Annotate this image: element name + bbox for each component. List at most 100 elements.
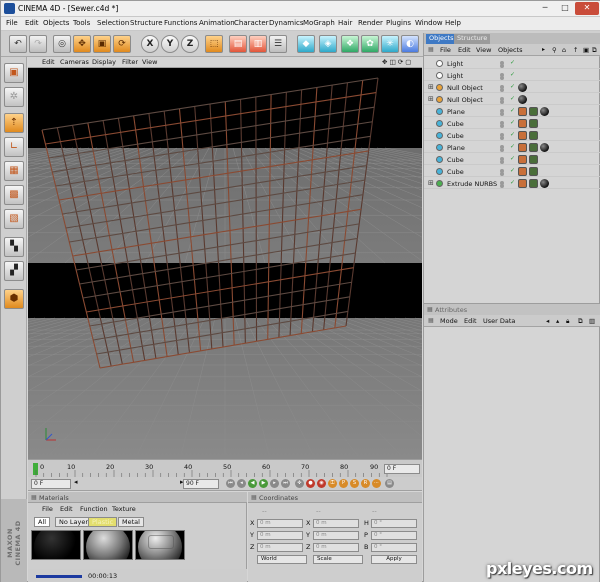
materials-tab-all[interactable]: All [34, 517, 51, 527]
coordinate-space-dropdown[interactable]: World [257, 555, 307, 564]
object-row[interactable]: Cube ✓ [424, 118, 600, 129]
maximize-button[interactable]: □ [555, 2, 575, 15]
materials-tab-metal[interactable]: Metal [118, 517, 144, 527]
viewport-nav-icons[interactable]: ✥ ◫ ⟳ ▢ [382, 58, 411, 66]
object-row[interactable]: Plane ✓ [424, 106, 600, 117]
viewport-menu-edit[interactable]: Edit [42, 58, 55, 66]
material-tag-icon[interactable] [518, 95, 527, 104]
render-visibility-icon[interactable] [500, 148, 504, 152]
object-name[interactable]: Cube [447, 168, 464, 176]
tab-structure[interactable]: Structure [454, 34, 491, 44]
rot-h-field[interactable]: 0 ° [371, 519, 417, 528]
menu-structure[interactable]: Structure [130, 19, 163, 27]
grid-snap-icon[interactable]: ▞ [4, 261, 24, 281]
texture-mode-icon[interactable]: ✲ [4, 87, 24, 107]
materials-menu-texture[interactable]: Texture [112, 505, 136, 513]
enabled-check-icon[interactable]: ✓ [510, 107, 515, 114]
search-icon[interactable]: ⚲ [552, 46, 557, 54]
render-visibility-icon[interactable] [500, 88, 504, 92]
new-window-icon[interactable]: ⧉ [592, 46, 597, 55]
menu-help[interactable]: Help [445, 19, 461, 27]
menu-edit[interactable]: Edit [25, 19, 39, 27]
deformer-icon[interactable]: ✿ [361, 35, 379, 53]
light-icon[interactable]: ◐ [401, 35, 419, 53]
minimize-button[interactable]: ─ [535, 2, 555, 15]
material-preview-metal[interactable] [83, 530, 133, 560]
close-button[interactable]: ✕ [575, 2, 599, 15]
attributes-menu-user-data[interactable]: User Data [483, 317, 515, 325]
menu-objects[interactable]: Objects [43, 19, 69, 27]
texture-tag-icon[interactable] [518, 179, 527, 188]
timeline-playhead[interactable] [33, 463, 38, 475]
rotation-key-icon[interactable]: R [361, 479, 370, 488]
materials-tab-plastic[interactable]: Plastic [88, 517, 118, 527]
render-visibility-icon[interactable] [500, 160, 504, 164]
object-row[interactable]: Plane ✓ [424, 142, 600, 153]
expand-toggle-icon[interactable]: ⊞ [428, 179, 434, 187]
lock-icon[interactable]: ▣ [583, 46, 589, 54]
expand-toggle-icon[interactable]: ⊞ [428, 95, 434, 103]
viewport-menu-display[interactable]: Display [92, 58, 116, 66]
objects-menu-view[interactable]: View [476, 46, 491, 54]
menu-animation[interactable]: Animation [199, 19, 235, 27]
menu-render[interactable]: Render [358, 19, 383, 27]
material-tag-icon[interactable] [540, 179, 549, 188]
pos-x-field[interactable]: 0 m [257, 519, 303, 528]
enabled-check-icon[interactable]: ✓ [510, 155, 515, 162]
menu-window[interactable]: Window [415, 19, 443, 27]
objects-menu-objects[interactable]: Objects [498, 46, 523, 54]
model-mode-icon[interactable]: ▣ [4, 63, 24, 83]
render-visibility-icon[interactable] [500, 76, 504, 80]
object-row[interactable]: ⊞ Null Object ✓ [424, 94, 600, 105]
move-icon[interactable]: ✥ [73, 35, 91, 53]
menu-functions[interactable]: Functions [164, 19, 197, 27]
attributes-menu-edit[interactable]: Edit [464, 317, 477, 325]
pos-y-field[interactable]: 0 m [257, 531, 303, 540]
checkerboard-icon[interactable]: ▚ [4, 237, 24, 257]
coordinate-system-icon[interactable]: ⬚ [205, 35, 223, 53]
texture-tag-icon[interactable] [518, 167, 527, 176]
viewport-menu-filter[interactable]: Filter [122, 58, 138, 66]
apply-button[interactable]: Apply [371, 555, 417, 564]
scale-icon[interactable]: ▣ [93, 35, 111, 53]
texture-tag-icon[interactable] [518, 131, 527, 140]
menu-tools[interactable]: Tools [73, 19, 90, 27]
object-name[interactable]: Null Object [447, 96, 483, 104]
compositing-tag-icon[interactable] [529, 155, 538, 164]
menu-selection[interactable]: Selection [97, 19, 129, 27]
compositing-tag-icon[interactable] [529, 119, 538, 128]
autokeying-icon[interactable]: ◉ [317, 479, 326, 488]
keyframe-selection-icon[interactable]: ⚿ [328, 479, 337, 488]
materials-menu-function[interactable]: Function [80, 505, 108, 513]
enabled-check-icon[interactable]: ✓ [510, 179, 515, 186]
material-preview-rust[interactable] [135, 530, 185, 560]
object-name[interactable]: Plane [447, 108, 465, 116]
texture-tag-icon[interactable] [518, 143, 527, 152]
enabled-check-icon[interactable]: ✓ [510, 95, 515, 102]
object-row[interactable]: Cube ✓ [424, 166, 600, 177]
enabled-check-icon[interactable]: ✓ [510, 167, 515, 174]
pos-z-field[interactable]: 0 m [257, 543, 303, 552]
object-row[interactable]: Light ✓ [424, 70, 600, 81]
render-visibility-icon[interactable] [500, 124, 504, 128]
object-name[interactable]: Cube [447, 156, 464, 164]
menu-plugins[interactable]: Plugins [386, 19, 411, 27]
timeline-ruler[interactable]: 0 F 0 10 20 30 40 50 60 70 80 90 [28, 459, 422, 477]
material-preview-black[interactable] [31, 530, 81, 560]
parameter-key-icon[interactable]: ⋯ [372, 479, 381, 488]
scene-icon[interactable]: ✳ [381, 35, 399, 53]
up-arrow-icon[interactable]: ↑ [573, 46, 578, 54]
axis-mode-icon[interactable]: ⇡ [4, 113, 24, 133]
object-name[interactable]: Light [447, 60, 463, 68]
end-frame-field[interactable]: 90 F [183, 479, 219, 489]
attributes-menu-mode[interactable]: Mode [440, 317, 458, 325]
size-x-field[interactable]: 0 m [313, 519, 359, 528]
cube-icon[interactable]: ◆ [297, 35, 315, 53]
expand-toggle-icon[interactable]: ⊞ [428, 83, 434, 91]
render-picture-queue-icon[interactable]: ▥ [249, 35, 267, 53]
render-visibility-icon[interactable] [500, 64, 504, 68]
size-mode-dropdown[interactable]: Scale [313, 555, 363, 564]
texture-tag-icon[interactable] [518, 119, 527, 128]
y-axis-icon[interactable]: Y [161, 35, 179, 53]
menu-file[interactable]: File [6, 19, 18, 27]
